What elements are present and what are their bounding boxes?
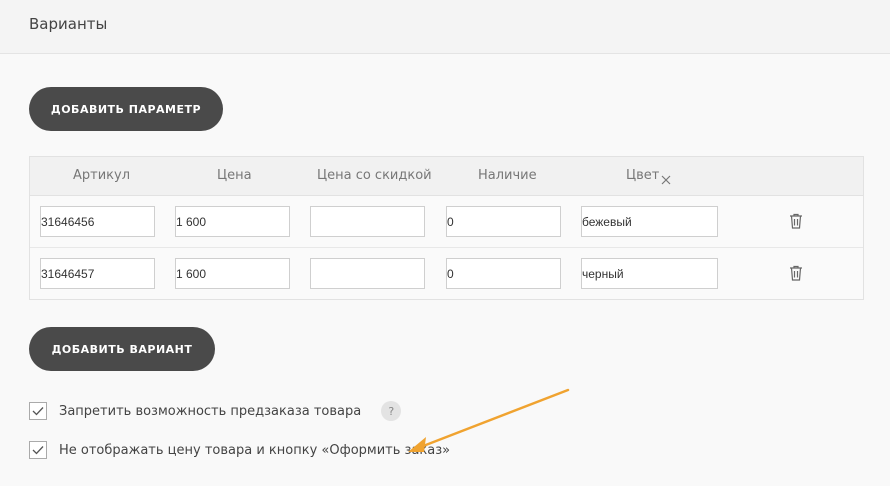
annotation-arrow-icon (408, 388, 570, 452)
